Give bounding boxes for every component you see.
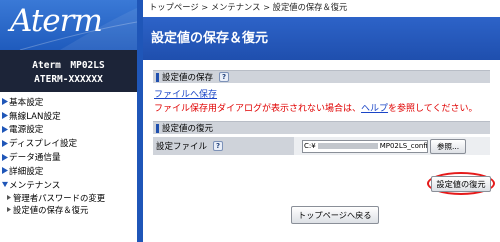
aterm-logo: Aterm [10,3,103,39]
sidebar-item-power[interactable]: 電源設定 [0,123,137,137]
small-arrow-icon [4,207,13,213]
restore-button-wrap: 設定値の復元 [427,172,495,195]
back-to-top-button[interactable]: トップページへ戻る [291,206,379,224]
sidebar-subitem-admin-password[interactable]: 管理者パスワードの変更 [0,192,137,204]
content: 設定値の保存 ? ファイルへ保存 ファイル保存用ダイアログが表示されない場合は、… [143,60,500,155]
sidebar-item-maintenance[interactable]: メンテナンス [0,178,137,192]
model-name: Aterm MP02LS [32,60,105,71]
save-link-row: ファイルへ保存 [153,83,490,100]
redacted-path [317,142,378,149]
file-path-start: C:¥ [304,141,316,150]
sidebar: Aterm Aterm MP02LS ATERM-XXXXXX 基本設定 無線L… [0,0,137,242]
breadcrumb: トップページ > メンテナンス > 設定値の保存＆復元 [149,2,348,12]
config-file-path-field[interactable]: C:¥ MP02LS_config.b [302,139,428,153]
red-highlight-oval: 設定値の復元 [427,172,495,195]
device-name: ATERM-XXXXXX [34,74,103,85]
small-arrow-icon [4,195,13,201]
config-file-label-cell: 設定ファイル ? [153,137,294,155]
sidebar-nav: 基本設定 無線LAN設定 電源設定 ディスプレイ設定 データ通信量 詳細設定 メ… [0,92,137,216]
config-file-row: 設定ファイル ? C:¥ MP02LS_config.b 参照... [153,137,490,155]
sidebar-subitem-label: 設定値の保存＆復元 [13,204,89,215]
chevron-right-icon [0,139,9,147]
restore-section-header: 設定値の復元 [153,121,490,134]
model-info: Aterm MP02LS ATERM-XXXXXX [0,50,137,92]
sidebar-item-label: 基本設定 [9,97,44,108]
sidebar-item-basic-settings[interactable]: 基本設定 [0,95,137,109]
section-marker [156,72,159,82]
message-text-end: を参照してください。 [388,104,478,114]
sidebar-item-label: ディスプレイ設定 [9,139,78,150]
sidebar-item-label: 電源設定 [9,125,44,136]
save-section-header: 設定値の保存 ? [153,70,490,83]
sidebar-item-label: データ通信量 [9,153,61,164]
sidebar-item-wireless-lan[interactable]: 無線LAN設定 [0,109,137,123]
config-file-label: 設定ファイル [156,142,208,152]
save-section-title: 設定値の保存 [162,73,214,83]
chevron-down-icon [0,181,9,188]
chevron-right-icon [0,112,9,120]
chevron-right-icon [0,153,9,161]
sidebar-item-label: メンテナンス [9,180,61,191]
section-marker [156,123,159,133]
help-icon[interactable]: ? [219,72,230,82]
help-icon[interactable]: ? [213,141,224,151]
save-dialog-message: ファイル保存用ダイアログが表示されない場合は、ヘルプを参照してください。 [153,101,490,114]
restore-section-title: 設定値の復元 [162,124,214,134]
chevron-right-icon [0,167,9,175]
help-link[interactable]: ヘルプ [361,104,388,114]
page-title: 設定値の保存＆復元 [143,17,500,60]
restore-settings-button[interactable]: 設定値の復元 [431,175,491,192]
sidebar-item-label: 詳細設定 [9,166,44,177]
sidebar-subitem-label: 管理者パスワードの変更 [13,192,106,203]
browse-button[interactable]: 参照... [430,138,467,154]
file-path-end: MP02LS_config.b [379,141,428,150]
sidebar-item-advanced[interactable]: 詳細設定 [0,164,137,178]
sidebar-subitem-save-restore[interactable]: 設定値の保存＆復元 [0,204,137,216]
main-panel: トップページ > メンテナンス > 設定値の保存＆復元 設定値の保存＆復元 設定… [137,0,500,242]
sidebar-item-label: 無線LAN設定 [9,111,61,122]
logo-band: Aterm [0,0,137,50]
top-button-wrap: トップページへ戻る [291,206,379,224]
config-file-input-cell: C:¥ MP02LS_config.b 参照... [294,137,490,155]
save-to-file-link[interactable]: ファイルへ保存 [154,90,217,100]
message-text: ファイル保存用ダイアログが表示されない場合は、 [154,104,362,114]
chevron-right-icon [0,125,9,133]
sidebar-item-display[interactable]: ディスプレイ設定 [0,136,137,150]
sidebar-item-data-usage[interactable]: データ通信量 [0,150,137,164]
restore-section: 設定値の復元 設定ファイル ? C:¥ MP02LS_config.b 参照... [153,121,490,155]
chevron-right-icon [0,98,9,106]
